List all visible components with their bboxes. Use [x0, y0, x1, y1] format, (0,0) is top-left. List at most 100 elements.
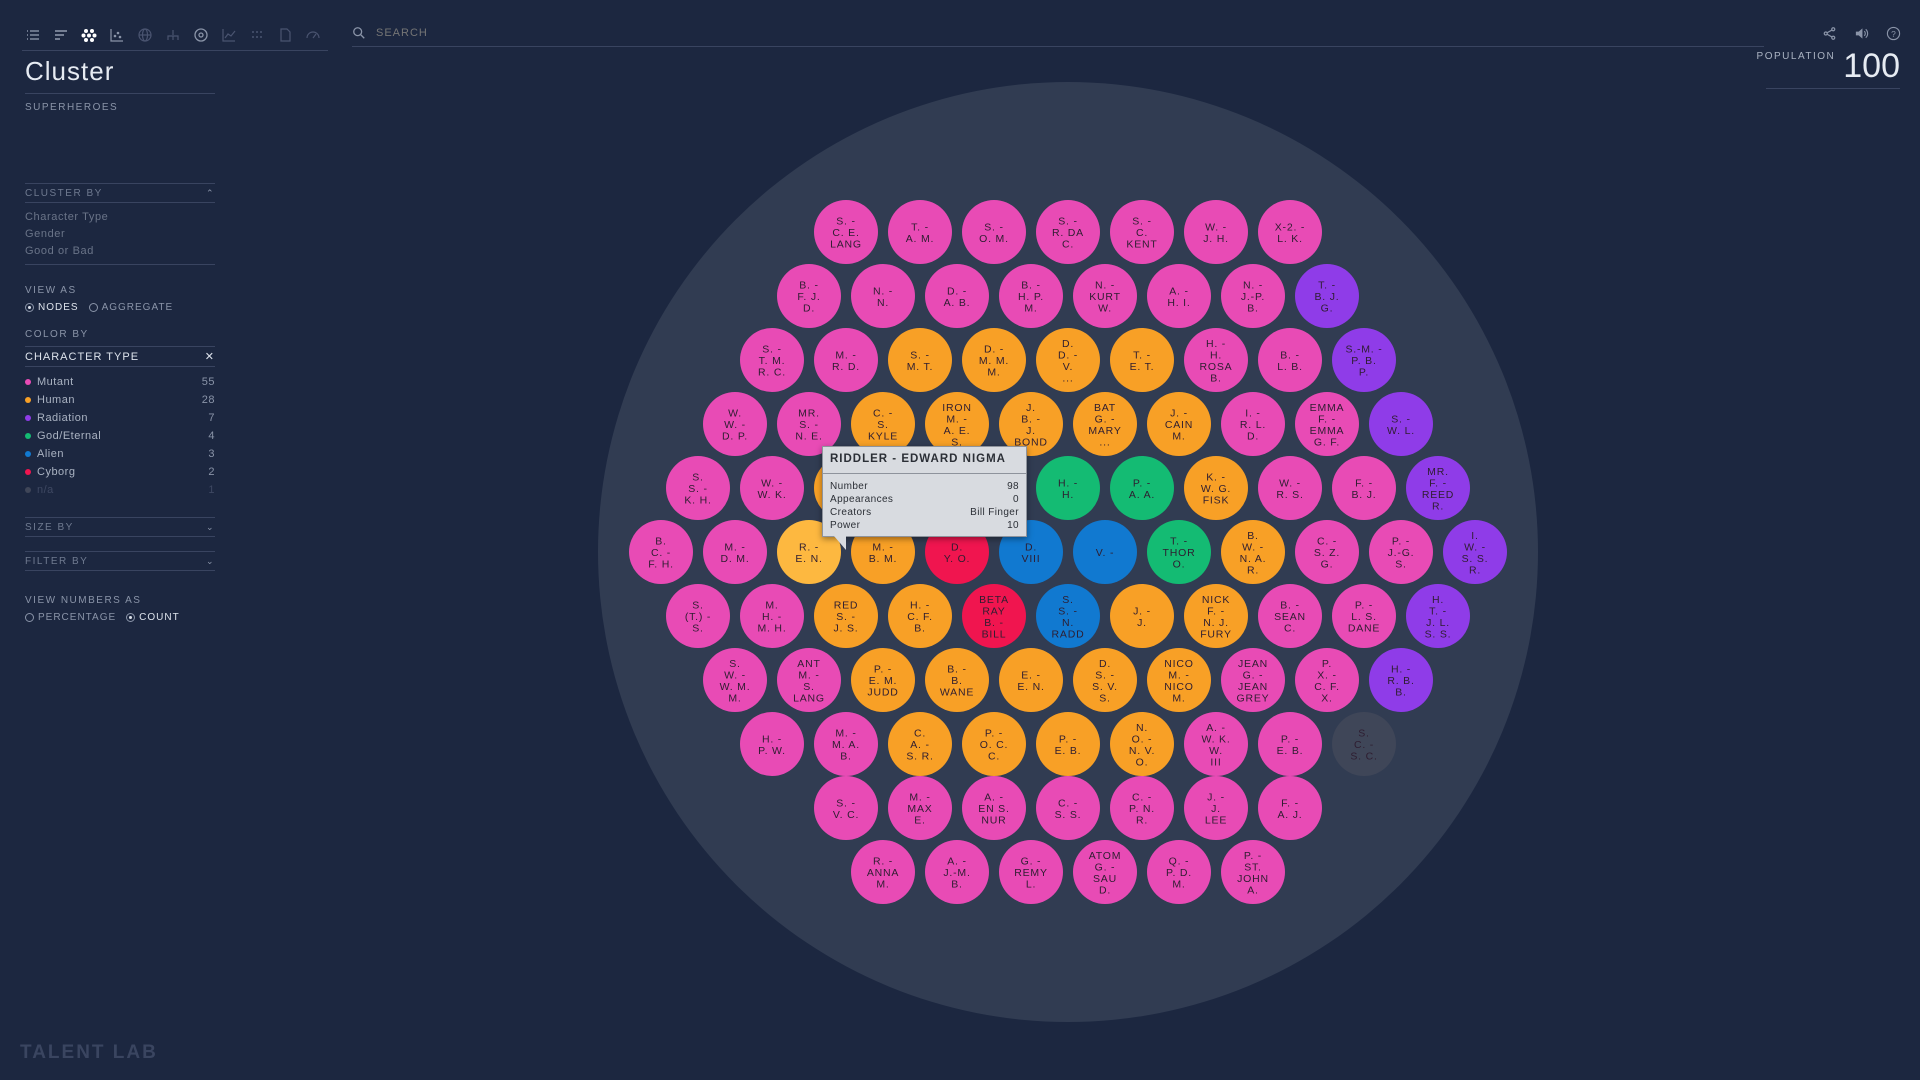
hero-node[interactable]: D.S. -S. V.S. [1073, 648, 1137, 712]
hero-node[interactable]: D.D. -V.... [1036, 328, 1100, 392]
hero-node[interactable]: MR.F. -REEDR. [1406, 456, 1470, 520]
hero-node[interactable]: H. -P. W. [740, 712, 804, 776]
hero-node-label: SAU [1093, 873, 1117, 885]
hero-node[interactable]: H. -H.ROSAB. [1184, 328, 1248, 392]
hero-node[interactable]: C. -S. S. [1036, 776, 1100, 840]
hero-node-label: S. S. [1055, 809, 1082, 821]
hero-node[interactable]: S. -V. C. [814, 776, 878, 840]
hero-node[interactable]: I. -R. L.D. [1221, 392, 1285, 456]
hero-node-label: H. [1432, 594, 1444, 606]
hero-node[interactable]: S.(T.) -S. [666, 584, 730, 648]
hero-node[interactable]: K. -W. G.FISK [1184, 456, 1248, 520]
hero-node[interactable]: S. -T. M.R. C. [740, 328, 804, 392]
hero-node[interactable]: P. -ST.JOHNA. [1221, 840, 1285, 904]
hero-node[interactable]: S. -M. T. [888, 328, 952, 392]
hero-node[interactable]: S.S. -N.RADD [1036, 584, 1100, 648]
hero-node[interactable]: X-2. -L. K. [1258, 200, 1322, 264]
hero-node[interactable]: J. -J. [1110, 584, 1174, 648]
hero-node[interactable]: EMMAF. -EMMAG. F. [1295, 392, 1359, 456]
hero-node[interactable]: BETARAYB. -BILL [962, 584, 1026, 648]
hero-node[interactable]: A. -W. K.W.III [1184, 712, 1248, 776]
hero-node[interactable]: B.C. -F. H. [629, 520, 693, 584]
hero-node[interactable]: Q. -P. D.M. [1147, 840, 1211, 904]
hero-node[interactable]: F. -B. J. [1332, 456, 1396, 520]
hero-node[interactable]: N.O. -N. V.O. [1110, 712, 1174, 776]
hero-node[interactable]: W. -R. S. [1258, 456, 1322, 520]
hero-node[interactable]: P. -E. B. [1036, 712, 1100, 776]
hero-node[interactable]: M.H. -M. H. [740, 584, 804, 648]
hero-node[interactable]: J. -J.LEE [1184, 776, 1248, 840]
hero-node-label: P. D. [1166, 867, 1192, 879]
hero-node[interactable]: S. -C. E.LANG [814, 200, 878, 264]
hero-node[interactable]: B. -F. J.D. [777, 264, 841, 328]
hero-node[interactable]: M. -M. A.B. [814, 712, 878, 776]
hero-node[interactable]: BATG. -MARY... [1073, 392, 1137, 456]
hero-node[interactable]: W. -J. H. [1184, 200, 1248, 264]
hero-node[interactable]: S.C. -S. C. [1332, 712, 1396, 776]
hero-node[interactable]: B.W. -N. A.R. [1221, 520, 1285, 584]
hero-node[interactable]: P. -L. S.DANE [1332, 584, 1396, 648]
hero-node[interactable]: P. -A. A. [1110, 456, 1174, 520]
hero-node[interactable]: N. -N. [851, 264, 915, 328]
hero-node[interactable]: G. -REMYL. [999, 840, 1063, 904]
hero-node[interactable]: M. -MAXE. [888, 776, 952, 840]
hero-node[interactable]: B. -SEANC. [1258, 584, 1322, 648]
hero-node[interactable]: C.A. -S. R. [888, 712, 952, 776]
hero-node[interactable]: P. -E. M.JUDD [851, 648, 915, 712]
hero-node-label: W. [1098, 303, 1112, 315]
hero-node[interactable]: B. -H. P.M. [999, 264, 1063, 328]
hero-node[interactable]: P. -O. C.C. [962, 712, 1026, 776]
hero-node[interactable]: A. -H. I. [1147, 264, 1211, 328]
hero-node[interactable]: D. -M. M.M. [962, 328, 1026, 392]
hero-node[interactable]: W. -W. K. [740, 456, 804, 520]
hero-node[interactable]: REDS. -J. S. [814, 584, 878, 648]
hero-node[interactable]: NICOM. -NICOM. [1147, 648, 1211, 712]
hero-node[interactable]: B. -B.WANE [925, 648, 989, 712]
hero-node[interactable]: D. -A. B. [925, 264, 989, 328]
hero-node-label: ANT [797, 658, 820, 670]
hero-node[interactable]: S. -O. M. [962, 200, 1026, 264]
hero-node[interactable]: S. -C.KENT [1110, 200, 1174, 264]
hero-node[interactable]: N. -J.-P.B. [1221, 264, 1285, 328]
hero-node-label: D. [1099, 884, 1111, 896]
hero-node-label: S. - [1095, 669, 1115, 681]
hero-node[interactable]: T. -THORO. [1147, 520, 1211, 584]
hero-node[interactable]: NICKF. -N. J.FURY [1184, 584, 1248, 648]
hero-node[interactable]: R. -ANNAM. [851, 840, 915, 904]
hero-node[interactable]: H. -R. B.B. [1369, 648, 1433, 712]
hero-node[interactable]: W.W. -D. P. [703, 392, 767, 456]
hero-node[interactable]: C. -P. N.R. [1110, 776, 1174, 840]
hero-node[interactable]: S.-M. -P. B.P. [1332, 328, 1396, 392]
hero-node[interactable]: H. -C. F.B. [888, 584, 952, 648]
hero-node-label: LEE [1205, 815, 1227, 827]
hero-node[interactable]: ATOMG. -SAUD. [1073, 840, 1137, 904]
hero-node[interactable]: A. -J.-M.B. [925, 840, 989, 904]
hero-node[interactable]: T. -B. J.G. [1295, 264, 1359, 328]
hero-node[interactable]: T. -E. T. [1110, 328, 1174, 392]
hero-node[interactable]: P.X. -C. F.X. [1295, 648, 1359, 712]
hero-node[interactable]: J. -CAINM. [1147, 392, 1211, 456]
hero-node[interactable]: F. -A. J. [1258, 776, 1322, 840]
hero-node[interactable]: ANTM. -S.LANG [777, 648, 841, 712]
hero-node[interactable]: C. -S. Z.G. [1295, 520, 1359, 584]
hero-node[interactable]: T. -A. M. [888, 200, 952, 264]
hero-node[interactable]: N. -KURTW. [1073, 264, 1137, 328]
hero-node[interactable]: P. -E. B. [1258, 712, 1322, 776]
hero-node[interactable]: H.T. -J. L.S. S. [1406, 584, 1470, 648]
hero-node[interactable]: A. -EN S.NUR [962, 776, 1026, 840]
hero-node[interactable]: M. -D. M. [703, 520, 767, 584]
hero-node[interactable]: E. -E. N. [999, 648, 1063, 712]
hero-node[interactable]: JEANG. -JEANGREY [1221, 648, 1285, 712]
hero-node[interactable]: S. -R. DAC. [1036, 200, 1100, 264]
hero-node[interactable]: H. -H. [1036, 456, 1100, 520]
hero-node[interactable]: S.S. -K. H. [666, 456, 730, 520]
hero-node[interactable]: P. -J.-G.S. [1369, 520, 1433, 584]
hero-node-label: D. P. [722, 431, 748, 443]
hero-node[interactable]: B. -L. B. [1258, 328, 1322, 392]
hero-node[interactable]: S. -W. L. [1369, 392, 1433, 456]
hero-node-label: M. - [909, 792, 930, 804]
hero-node[interactable]: V. - [1073, 520, 1137, 584]
hero-node[interactable]: M. -R. D. [814, 328, 878, 392]
hero-node[interactable]: I.W. -S. S.R. [1443, 520, 1507, 584]
hero-node[interactable]: S.W. -W. M.M. [703, 648, 767, 712]
